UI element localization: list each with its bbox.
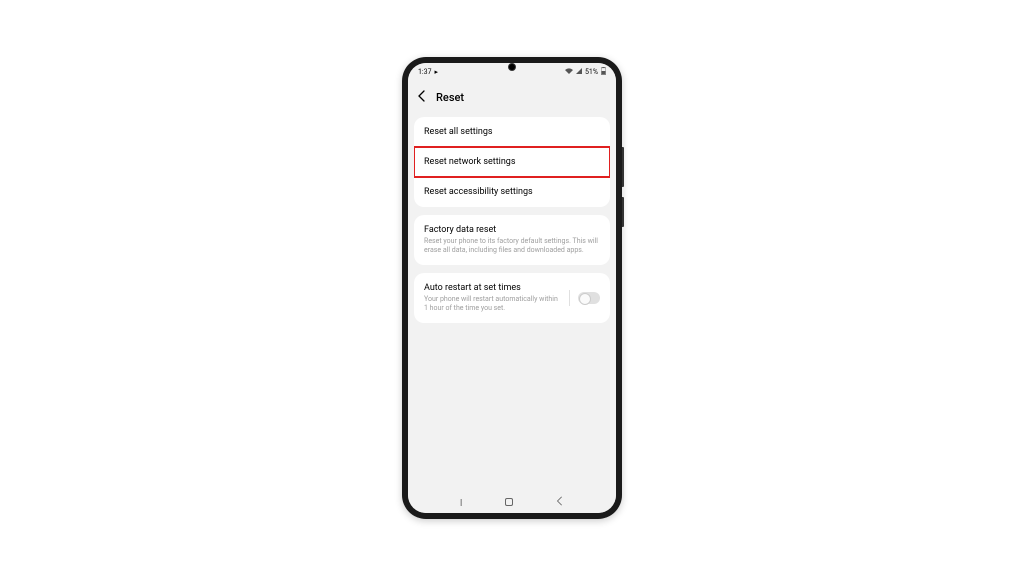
item-description: Your phone will restart automatically wi… bbox=[424, 295, 561, 313]
item-title: Auto restart at set times bbox=[424, 283, 561, 293]
status-time: 1:37 bbox=[418, 68, 432, 76]
item-title: Reset accessibility settings bbox=[424, 187, 600, 197]
toggle-divider bbox=[569, 290, 570, 306]
item-text-block: Auto restart at set times Your phone wil… bbox=[424, 283, 561, 313]
item-title: Factory data reset bbox=[424, 225, 600, 235]
page-title: Reset bbox=[436, 91, 464, 104]
volume-button bbox=[622, 147, 624, 187]
status-left: 1:37 ▸ bbox=[418, 68, 438, 76]
phone-screen: 1:37 ▸ 51% Reset bbox=[408, 63, 616, 513]
power-button bbox=[622, 197, 624, 227]
video-icon: ▸ bbox=[435, 68, 439, 76]
auto-restart-toggle[interactable] bbox=[578, 292, 600, 304]
reset-network-settings-item[interactable]: Reset network settings bbox=[414, 147, 610, 177]
settings-group: Auto restart at set times Your phone wil… bbox=[414, 273, 610, 323]
settings-group: Factory data reset Reset your phone to i… bbox=[414, 215, 610, 265]
signal-icon bbox=[576, 68, 582, 76]
reset-accessibility-settings-item[interactable]: Reset accessibility settings bbox=[414, 177, 610, 207]
battery-icon bbox=[601, 67, 606, 77]
nav-home-icon[interactable] bbox=[505, 498, 513, 506]
battery-text: 51% bbox=[585, 68, 598, 76]
page-header: Reset bbox=[408, 81, 616, 113]
nav-recent-icon[interactable]: ||| bbox=[460, 498, 462, 507]
status-right: 51% bbox=[565, 67, 606, 77]
factory-data-reset-item[interactable]: Factory data reset Reset your phone to i… bbox=[414, 215, 610, 265]
phone-frame: 1:37 ▸ 51% Reset bbox=[402, 57, 622, 519]
camera-notch bbox=[508, 63, 516, 71]
item-title: Reset network settings bbox=[424, 157, 600, 167]
navigation-bar: ||| bbox=[408, 491, 616, 513]
item-description: Reset your phone to its factory default … bbox=[424, 237, 600, 255]
reset-all-settings-item[interactable]: Reset all settings bbox=[414, 117, 610, 147]
back-button[interactable] bbox=[418, 90, 426, 104]
item-title: Reset all settings bbox=[424, 127, 600, 137]
wifi-icon bbox=[565, 68, 573, 76]
nav-back-icon[interactable] bbox=[556, 496, 564, 509]
content-area: Reset all settings Reset network setting… bbox=[408, 113, 616, 491]
auto-restart-item[interactable]: Auto restart at set times Your phone wil… bbox=[414, 273, 610, 323]
settings-group: Reset all settings Reset network setting… bbox=[414, 117, 610, 207]
